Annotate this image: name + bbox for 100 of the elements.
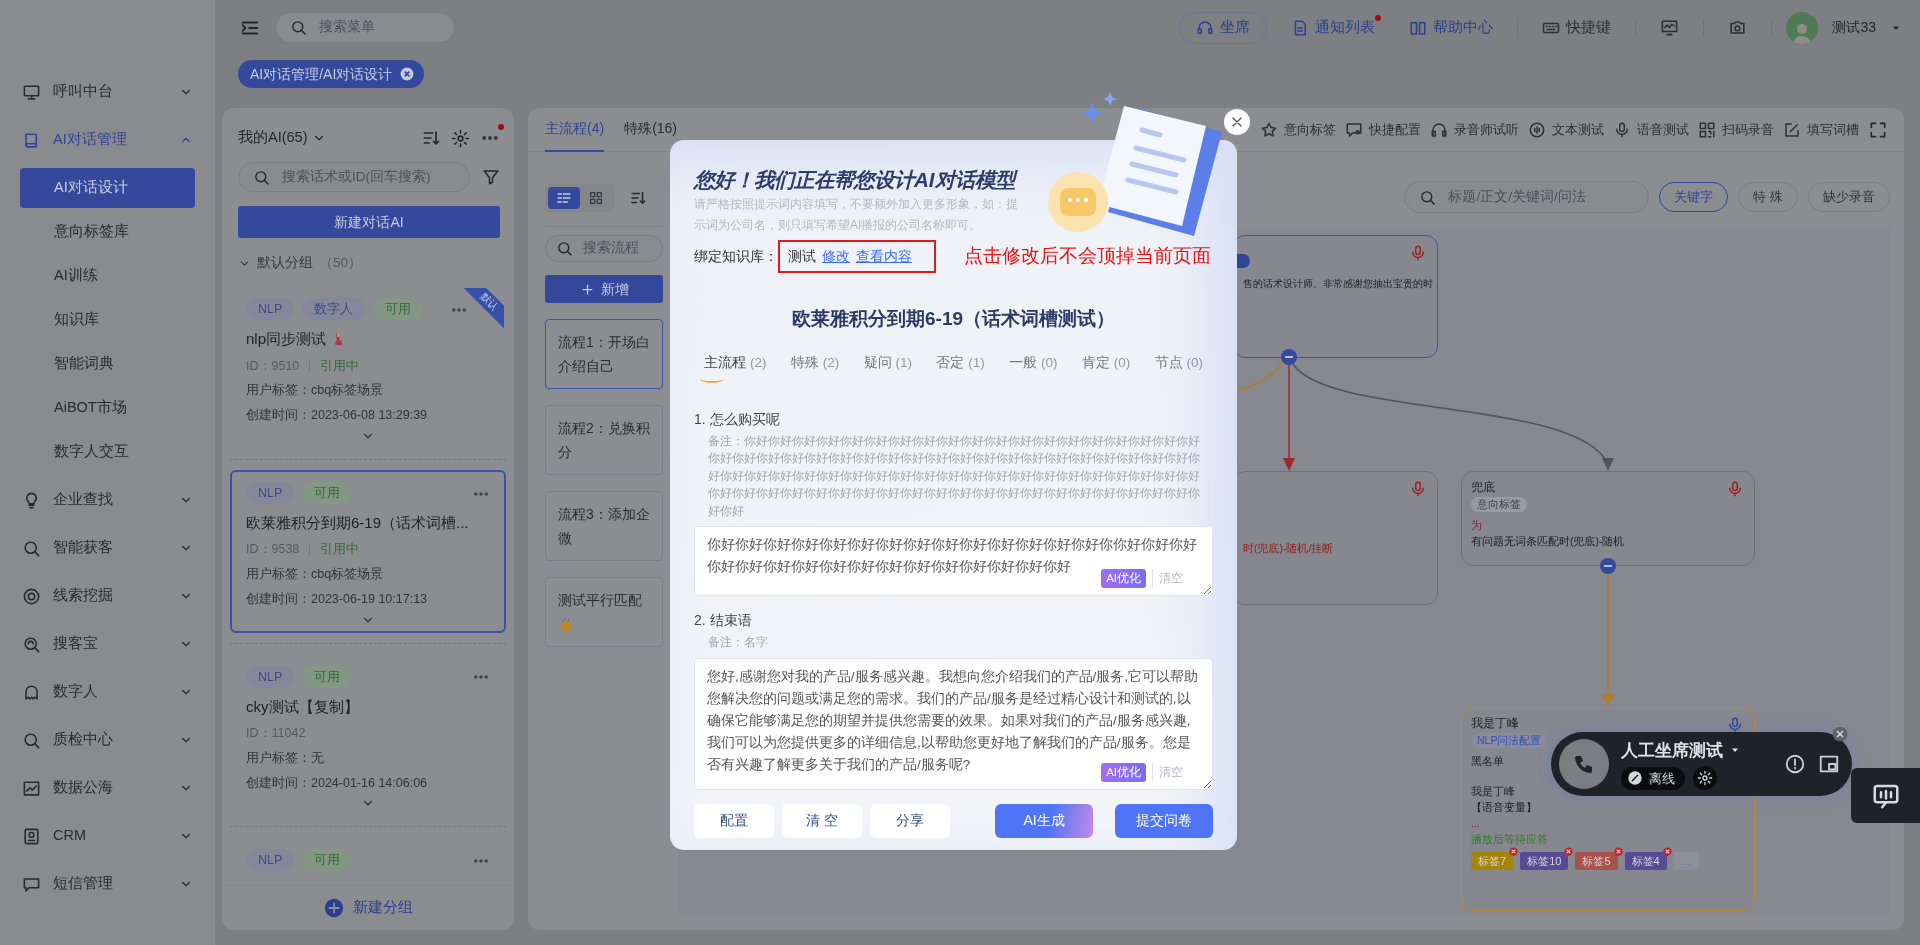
alert-icon[interactable]	[1784, 753, 1806, 775]
dialog-button[interactable]: 清 空	[782, 803, 862, 838]
sidebar-item[interactable]: AI对话管理	[0, 116, 215, 164]
search-input[interactable]: 标题/正文/关键词/问法	[1446, 185, 1635, 209]
collapse-handle[interactable]	[1281, 349, 1297, 365]
microphone-icon[interactable]	[1726, 480, 1744, 498]
question-label: 1. 怎么购买呢	[694, 409, 781, 429]
camera-icon[interactable]	[1728, 18, 1748, 37]
sidebar-subitem[interactable]: 知识库	[20, 300, 195, 340]
tag-label: 可用	[373, 298, 424, 320]
toolbar-button[interactable]: 扫码录音	[1698, 119, 1774, 140]
add-button[interactable]: 新增	[545, 275, 663, 303]
search-input[interactable]: 搜索菜单	[317, 16, 440, 39]
tag-label: 可用	[302, 481, 353, 504]
search-field[interactable]: 搜索菜单	[275, 12, 455, 43]
sidebar-item[interactable]: 搜客宝	[0, 620, 215, 668]
node-text: 【语音变量】	[1471, 800, 1537, 815]
group-label: 默认分组	[257, 253, 313, 272]
flow-item[interactable]: 测试平行匹配	[545, 577, 663, 647]
remove-icon[interactable]	[1662, 847, 1672, 856]
headset-icon	[1196, 18, 1215, 37]
link[interactable]: 查看内容	[856, 246, 912, 267]
toolbar-button[interactable]: 快捷配置	[1345, 119, 1421, 140]
filter-chip[interactable]: 关键字	[1659, 182, 1729, 212]
search-field[interactable]: 标题/正文/关键词/问法	[1404, 181, 1650, 213]
dialog-button[interactable]: 提交问卷	[1115, 803, 1213, 838]
monitor-icon[interactable]	[1660, 18, 1680, 37]
collapse-handle[interactable]	[1600, 558, 1616, 574]
ai-optimize-button[interactable]: AI优化	[1101, 569, 1146, 589]
page-tab[interactable]: AI对话管理/AI对话设计	[238, 60, 425, 88]
tab[interactable]: 特殊(16)	[624, 107, 678, 152]
dialog-button[interactable]: AI生成	[995, 803, 1093, 838]
toolbar-button[interactable]: 文本测试	[1528, 119, 1604, 140]
filter-icon[interactable]	[482, 168, 500, 186]
sidebar-subitem[interactable]: AI对话设计	[20, 168, 195, 208]
tab[interactable]: 否定 (1)	[930, 351, 991, 383]
ghost-icon	[22, 682, 41, 702]
close-icon[interactable]	[400, 67, 415, 81]
node-title: 兜底	[1471, 480, 1495, 494]
toolbar-button[interactable]: 语音测试	[1613, 119, 1689, 140]
create-button[interactable]: 新建对话AI	[238, 206, 500, 238]
sidebar-item[interactable]: CRM	[0, 812, 215, 860]
flow-item[interactable]: 流程3：添加企微	[545, 491, 663, 561]
tab[interactable]: 主流程 (2)	[698, 351, 773, 383]
status-button[interactable]: 离线	[1621, 766, 1685, 791]
tab[interactable]: 疑问 (1)	[857, 351, 918, 383]
created-time-text: 创建时间：2023-06-19 10:17:13	[246, 590, 429, 608]
tab[interactable]: 肯定 (0)	[1075, 351, 1137, 383]
filter-chip[interactable]: 特 殊	[1738, 182, 1798, 212]
tab[interactable]: 特殊 (2)	[784, 351, 846, 383]
sidebar-subitem[interactable]: 智能词典	[20, 344, 195, 384]
search-icon	[22, 538, 41, 558]
help-link[interactable]: 帮助中心	[1399, 16, 1504, 39]
dialog-button[interactable]: 配置	[694, 803, 774, 838]
filter-chip[interactable]: 缺少录音	[1808, 182, 1890, 212]
microphone-icon[interactable]	[1409, 244, 1427, 262]
new-group-button[interactable]: 新建分组	[222, 885, 514, 930]
toolbar-button[interactable]: 填写词槽	[1783, 119, 1859, 140]
sidebar-item[interactable]: 企业查找	[0, 476, 215, 524]
sort-icon[interactable]	[629, 189, 647, 207]
notification-link[interactable]: 通知列表	[1281, 16, 1386, 39]
sidebar-subitem[interactable]: AiBOT市场	[20, 388, 195, 428]
sidebar-subitem[interactable]: 意向标签库	[20, 212, 195, 252]
chat-dock-button[interactable]	[1851, 768, 1920, 823]
remove-icon[interactable]	[1564, 847, 1574, 856]
sidebar-subitem[interactable]: AI训练	[20, 256, 195, 296]
microphone-icon[interactable]	[1409, 480, 1427, 498]
remove-icon[interactable]	[1509, 847, 1519, 856]
sidebar-item[interactable]: 数据公海	[0, 764, 215, 812]
panel-title[interactable]: 我的AI(65)	[238, 127, 326, 149]
search-input[interactable]: 搜索流程	[581, 237, 652, 260]
close-icon[interactable]	[1832, 726, 1848, 742]
flow-item[interactable]: 流程1：开场白介绍自己	[545, 319, 663, 389]
window-icon[interactable]	[1818, 753, 1840, 775]
node-text: 售的话术设计师。非常感谢您抽出宝贵的时	[1243, 277, 1433, 291]
remove-icon[interactable]	[1613, 847, 1623, 856]
sidebar-item[interactable]: 呼叫中台	[0, 68, 215, 116]
microphone-icon[interactable]	[1726, 716, 1744, 734]
user-name[interactable]: 测试33	[1832, 17, 1876, 38]
sidebar-item[interactable]: 短信管理	[0, 860, 215, 908]
toolbar-button[interactable]: 录音师试听	[1430, 119, 1519, 140]
flow-node[interactable]: 兜底 意向标签 为 有问题无词条匹配时(兜底)-随机	[1461, 471, 1755, 566]
sidebar-item[interactable]: 数字人	[0, 668, 215, 716]
sidebar-item[interactable]: 线索挖掘	[0, 572, 215, 620]
flow-item[interactable]: 流程2：兑换积分	[545, 405, 663, 475]
view-toggle[interactable]	[548, 187, 580, 209]
dialog-button[interactable]: 分享	[870, 803, 950, 838]
tab[interactable]: 节点 (0)	[1148, 351, 1209, 383]
node-text: 播放后等待应答	[1471, 832, 1548, 847]
tab[interactable]: 主流程(4)	[545, 107, 605, 152]
ai-card[interactable]: NLP 可用	[230, 837, 506, 878]
link[interactable]: 修改	[822, 246, 850, 267]
sidebar-subitem[interactable]: 数字人交互	[20, 432, 195, 472]
sidebar-item[interactable]: 质检中心	[0, 716, 215, 764]
tab[interactable]: 一般 (0)	[1003, 351, 1064, 383]
search-field[interactable]: 搜索流程	[545, 235, 663, 262]
tag-label: 数字人	[302, 298, 366, 320]
shortcut-link[interactable]: 快捷键	[1532, 16, 1622, 39]
sidebar-item[interactable]: 智能获客	[0, 524, 215, 572]
toolbar-button[interactable]: 意向标签	[1260, 119, 1336, 140]
